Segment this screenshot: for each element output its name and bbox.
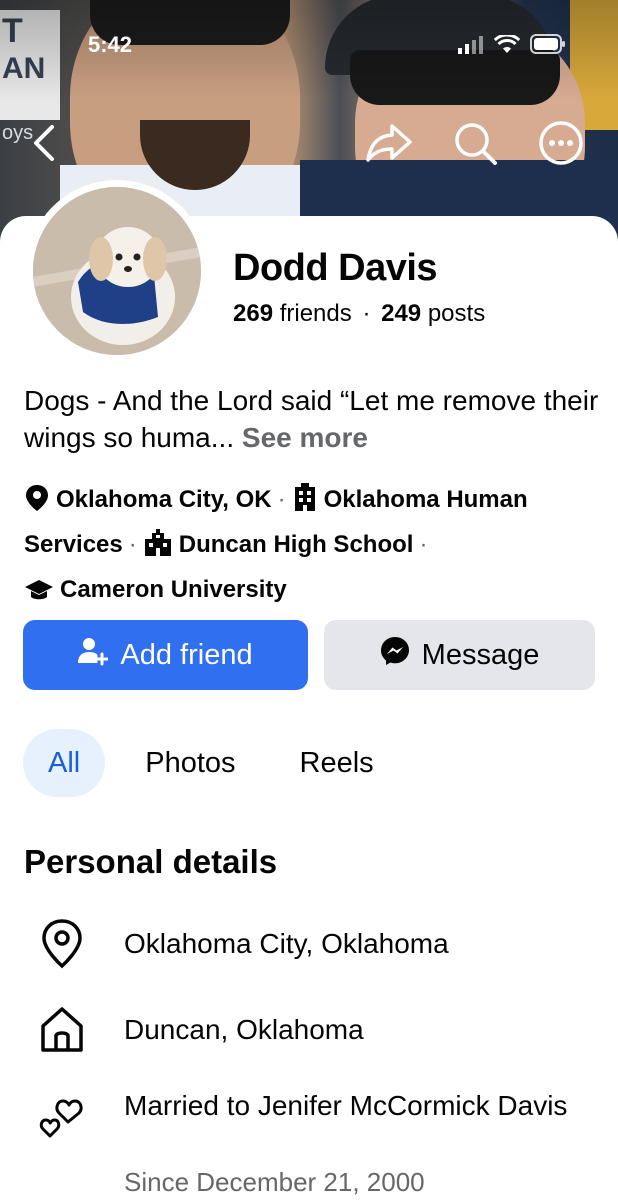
work-building-icon bbox=[292, 482, 318, 525]
search-icon bbox=[452, 120, 498, 171]
intro-details: Oklahoma City, OK · Oklahoma Human Servic… bbox=[24, 480, 604, 615]
intro-high-school[interactable]: Duncan High School bbox=[179, 531, 414, 558]
intro-separator: · bbox=[419, 531, 428, 558]
home-icon bbox=[38, 1004, 86, 1052]
detail-row-current-city[interactable]: Oklahoma City, Oklahoma bbox=[24, 918, 604, 969]
personal-details-title: Personal details bbox=[24, 843, 278, 880]
detail-subtext: Since December 21, 2000 bbox=[124, 1167, 425, 1197]
intro-separator: · bbox=[277, 486, 286, 513]
more-options-button[interactable] bbox=[534, 118, 588, 172]
tab-all[interactable]: All bbox=[23, 729, 106, 797]
friends-label[interactable]: friends bbox=[280, 300, 352, 327]
detail-text: Duncan, Oklahoma bbox=[124, 1014, 364, 1045]
intro-location[interactable]: Oklahoma City, OK bbox=[56, 486, 272, 513]
more-horizontal-icon bbox=[538, 120, 584, 171]
add-friend-button[interactable]: Add friend bbox=[23, 620, 308, 690]
add-person-icon bbox=[78, 636, 109, 674]
search-button[interactable] bbox=[448, 118, 502, 172]
detail-row-relationship[interactable]: Married to Jenifer McCormick Davis Since… bbox=[24, 1088, 604, 1200]
location-pin-icon bbox=[38, 918, 86, 969]
status-icons bbox=[458, 33, 566, 59]
dog-photo bbox=[33, 187, 201, 355]
location-pin-icon bbox=[24, 484, 50, 525]
hearts-icon bbox=[38, 1092, 86, 1140]
counts-separator: · bbox=[362, 300, 371, 327]
posts-label: posts bbox=[427, 300, 486, 327]
profile-name: Dodd Davis bbox=[233, 247, 438, 289]
posts-count: 249 bbox=[381, 300, 422, 327]
graduation-cap-icon bbox=[24, 575, 54, 615]
profile-tabs: All Photos Reels bbox=[23, 728, 398, 798]
detail-row-hometown[interactable]: Duncan, Oklahoma bbox=[24, 1004, 604, 1054]
add-friend-label: Add friend bbox=[120, 638, 253, 671]
school-building-icon bbox=[143, 529, 173, 570]
tab-photos[interactable]: Photos bbox=[121, 729, 259, 797]
tab-reels[interactable]: Reels bbox=[276, 729, 398, 797]
chevron-left-icon bbox=[30, 124, 60, 167]
bio: Dogs - And the Lord said “Let me remove … bbox=[24, 382, 604, 456]
messenger-icon bbox=[380, 636, 410, 674]
profile-picture-ring[interactable] bbox=[26, 180, 208, 362]
cellular-signal-icon bbox=[458, 36, 484, 59]
battery-icon bbox=[530, 34, 566, 59]
profile-picture[interactable] bbox=[33, 187, 201, 355]
detail-text: Married to Jenifer McCormick Davis bbox=[124, 1090, 568, 1121]
status-time: 5:42 bbox=[88, 32, 133, 57]
profile-counts: 269 friends · 249 posts bbox=[233, 300, 485, 328]
message-button[interactable]: Message bbox=[324, 620, 595, 690]
detail-text: Oklahoma City, Oklahoma bbox=[124, 928, 449, 959]
share-button[interactable] bbox=[362, 118, 416, 172]
message-label: Message bbox=[421, 638, 540, 671]
wifi-icon bbox=[493, 33, 521, 59]
back-button[interactable] bbox=[18, 118, 72, 172]
share-arrow-icon bbox=[365, 122, 413, 169]
see-more-link[interactable]: See more bbox=[242, 422, 368, 453]
intro-college[interactable]: Cameron University bbox=[60, 576, 287, 603]
friends-count[interactable]: 269 bbox=[233, 300, 273, 327]
intro-separator: · bbox=[128, 531, 137, 558]
